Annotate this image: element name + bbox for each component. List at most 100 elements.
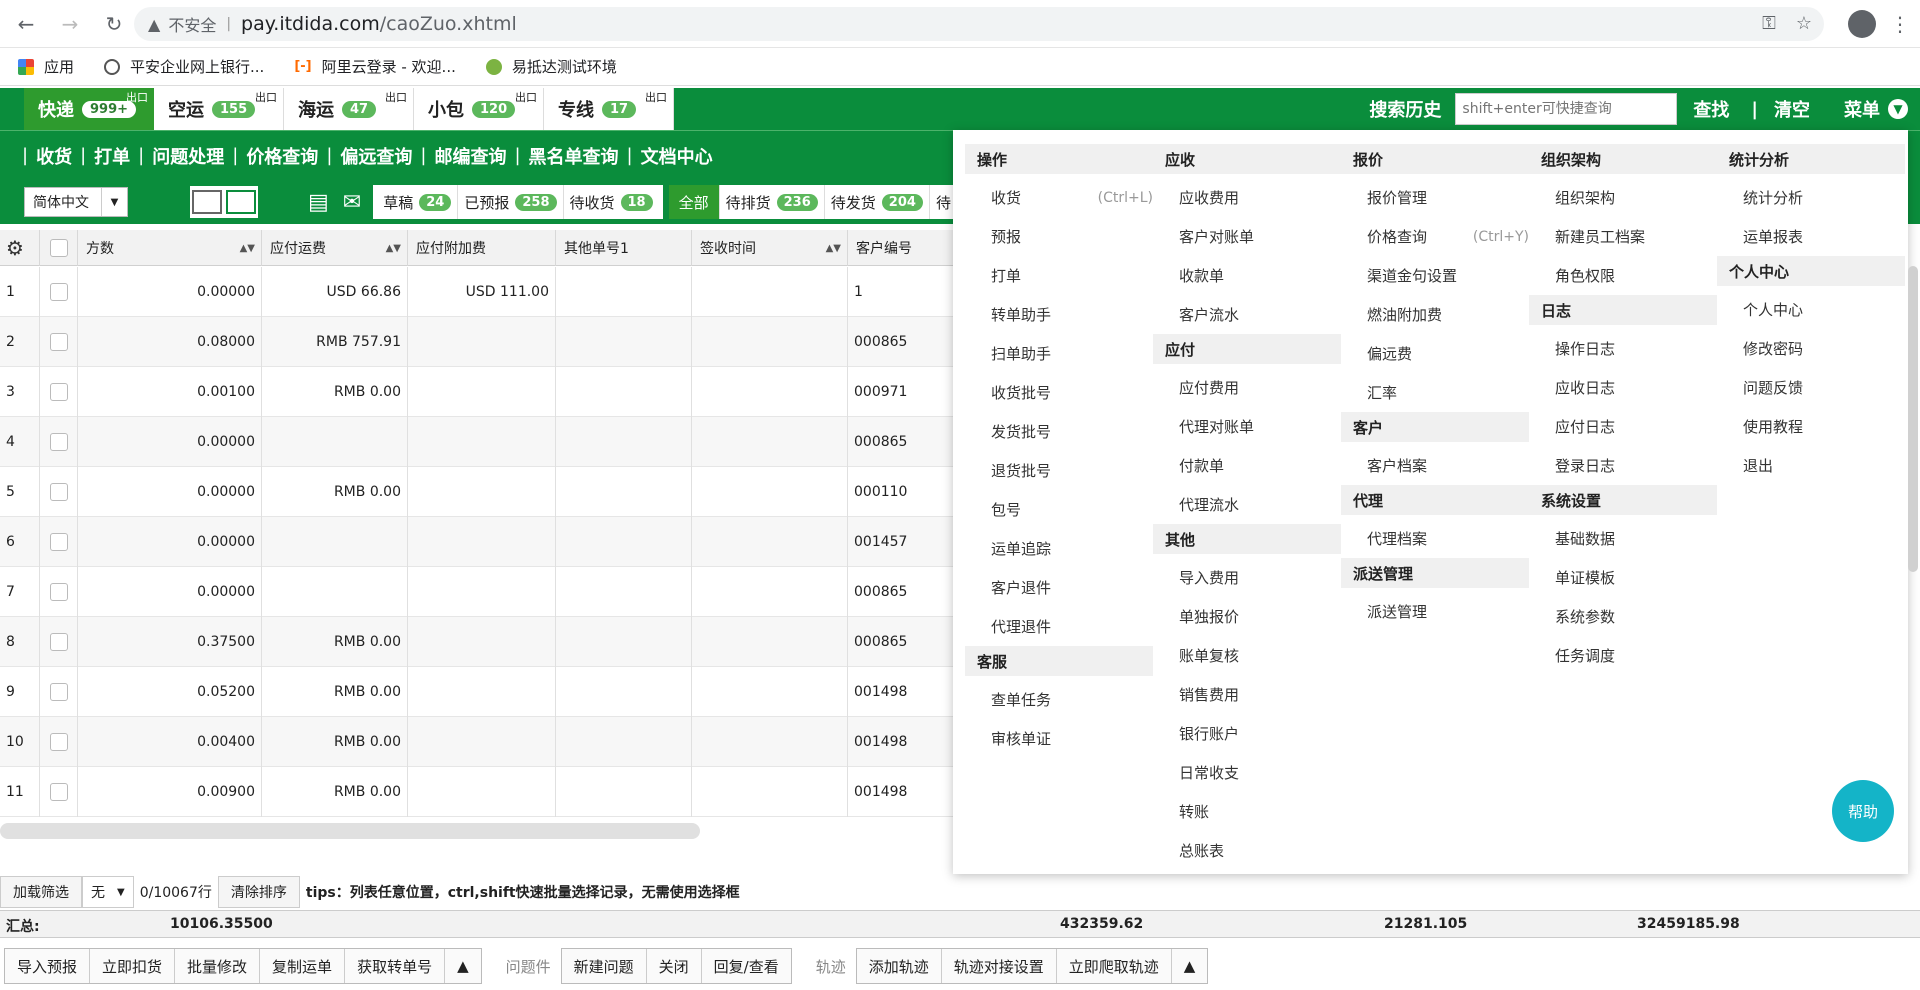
tab-parcel[interactable]: 小包 120 出口 bbox=[414, 88, 544, 130]
clear-button[interactable]: 清空 bbox=[1774, 96, 1810, 122]
menu-button[interactable]: 菜单 ▼ bbox=[1844, 96, 1908, 122]
row-checkbox[interactable] bbox=[40, 317, 78, 367]
search-history-link[interactable]: 搜索历史 bbox=[1369, 96, 1441, 122]
copy-waybill-button[interactable]: 复制运单 bbox=[260, 949, 346, 983]
menu-item[interactable]: 汇率 bbox=[1341, 373, 1529, 412]
star-icon[interactable]: ☆ bbox=[1796, 13, 1812, 34]
reply-view-button[interactable]: 回复/查看 bbox=[701, 949, 791, 983]
menu-item[interactable]: 代理档案 bbox=[1341, 519, 1529, 558]
menu-item[interactable]: 审核单证 bbox=[965, 719, 1153, 758]
menu-item[interactable]: 转单助手 bbox=[965, 295, 1153, 334]
row-checkbox[interactable] bbox=[40, 717, 78, 767]
checkbox[interactable] bbox=[49, 633, 68, 651]
bookmark-aliyun[interactable]: [-] 阿里云登录 - 欢迎... bbox=[294, 56, 456, 77]
new-problem-button[interactable]: 新建问题 bbox=[561, 949, 647, 983]
tab-air[interactable]: 空运 155 出口 bbox=[154, 88, 284, 130]
menu-item[interactable]: 任务调度 bbox=[1529, 636, 1717, 675]
menu-item[interactable]: 运单追踪 bbox=[965, 529, 1153, 568]
menu-item[interactable]: 应付费用 bbox=[1153, 368, 1341, 407]
menu-item[interactable]: 新建员工档案 bbox=[1529, 217, 1717, 256]
menu-item[interactable]: 收货批号 bbox=[965, 373, 1153, 412]
checkbox[interactable] bbox=[49, 583, 68, 601]
nav-receive[interactable]: 收货 bbox=[36, 143, 72, 169]
nav-remote[interactable]: 偏远查询 bbox=[340, 143, 412, 169]
table-row[interactable]: 5 0.00000 RMB 0.00 000110 bbox=[0, 467, 960, 517]
row-checkbox[interactable] bbox=[40, 617, 78, 667]
table-row[interactable]: 7 0.00000 000865 bbox=[0, 567, 960, 617]
profile-avatar-icon[interactable] bbox=[1848, 10, 1876, 38]
row-checkbox[interactable] bbox=[40, 767, 78, 817]
mail-icon[interactable]: ✉ bbox=[343, 190, 361, 215]
menu-item[interactable]: 登录日志 bbox=[1529, 446, 1717, 485]
layout-wide-icon[interactable] bbox=[226, 190, 256, 214]
track-config-button[interactable]: 轨迹对接设置 bbox=[941, 949, 1057, 983]
row-checkbox[interactable] bbox=[40, 467, 78, 517]
menu-item[interactable]: 操作日志 bbox=[1529, 329, 1717, 368]
menu-item[interactable]: 收款单 bbox=[1153, 256, 1341, 295]
key-icon[interactable]: ⚿ bbox=[1762, 13, 1776, 34]
status-pending-receive[interactable]: 待收货 18 bbox=[564, 185, 659, 219]
menu-item[interactable]: 燃油附加费 bbox=[1341, 295, 1529, 334]
nav-problem[interactable]: 问题处理 bbox=[152, 143, 224, 169]
table-row[interactable]: 4 0.00000 000865 bbox=[0, 417, 960, 467]
checkbox[interactable] bbox=[49, 383, 68, 401]
menu-item[interactable]: 基础数据 bbox=[1529, 519, 1717, 558]
tab-express[interactable]: 快递 999+ 出口 bbox=[24, 88, 154, 130]
menu-item[interactable]: 使用教程 bbox=[1717, 407, 1905, 446]
table-row[interactable]: 11 0.00900 RMB 0.00 001498 bbox=[0, 767, 960, 817]
add-track-button[interactable]: 添加轨迹 bbox=[856, 949, 942, 983]
col-header-sign-time[interactable]: 签收时间 ▲▼ bbox=[692, 230, 848, 266]
menu-item[interactable]: 总账表 bbox=[1153, 831, 1341, 870]
select-all-checkbox[interactable] bbox=[40, 230, 78, 266]
more-up-icon[interactable]: ▲ bbox=[445, 949, 481, 983]
menu-item[interactable]: 应付日志 bbox=[1529, 407, 1717, 446]
menu-item[interactable]: 代理对账单 bbox=[1153, 407, 1341, 446]
nav-print[interactable]: 打单 bbox=[94, 143, 130, 169]
more-up-icon[interactable]: ▲ bbox=[1171, 949, 1208, 983]
forward-icon[interactable]: → bbox=[52, 6, 88, 42]
browser-menu-icon[interactable]: ⋮ bbox=[1890, 12, 1910, 36]
checkbox[interactable] bbox=[49, 333, 68, 351]
menu-item[interactable]: 渠道金句设置 bbox=[1341, 256, 1529, 295]
menu-item[interactable]: 偏远费 bbox=[1341, 334, 1529, 373]
row-checkbox[interactable] bbox=[40, 417, 78, 467]
filter-select[interactable]: 无 ▼ bbox=[82, 876, 134, 908]
vertical-scrollbar[interactable] bbox=[1908, 266, 1918, 572]
menu-item[interactable]: 销售费用 bbox=[1153, 675, 1341, 714]
bookmark-pingan[interactable]: 平安企业网上银行... bbox=[104, 56, 264, 77]
checkbox[interactable] bbox=[49, 483, 68, 501]
menu-item[interactable]: 运单报表 bbox=[1717, 217, 1905, 256]
tab-sea[interactable]: 海运 47 出口 bbox=[284, 88, 414, 130]
menu-item[interactable]: 打单 bbox=[965, 256, 1153, 295]
col-header-surcharge[interactable]: 应付附加费 bbox=[408, 230, 556, 266]
load-filter-button[interactable]: 加载筛选 bbox=[0, 876, 82, 908]
nav-docs[interactable]: 文档中心 bbox=[641, 143, 713, 169]
checkbox[interactable] bbox=[49, 433, 68, 451]
nav-postcode[interactable]: 邮编查询 bbox=[434, 143, 506, 169]
checkbox[interactable] bbox=[49, 733, 68, 751]
get-transfer-no-button[interactable]: 获取转单号 bbox=[345, 949, 446, 983]
menu-item[interactable]: 日常收支 bbox=[1153, 753, 1341, 792]
row-checkbox[interactable] bbox=[40, 517, 78, 567]
menu-item[interactable]: 退货批号 bbox=[965, 451, 1153, 490]
status-pending-ship[interactable]: 待发货 204 bbox=[825, 185, 930, 219]
menu-item[interactable]: 统计分析 bbox=[1717, 178, 1905, 217]
menu-item[interactable]: 应收日志 bbox=[1529, 368, 1717, 407]
menu-item[interactable]: 客户档案 bbox=[1341, 446, 1529, 485]
bookmark-test-env[interactable]: 易抵达测试环境 bbox=[485, 56, 617, 77]
menu-item[interactable]: 退出 bbox=[1717, 446, 1905, 485]
batch-edit-button[interactable]: 批量修改 bbox=[175, 949, 261, 983]
status-all[interactable]: 全部 bbox=[668, 185, 720, 219]
menu-item[interactable]: 收货 (Ctrl+L) bbox=[965, 178, 1153, 217]
bookmark-apps[interactable]: 应用 bbox=[18, 56, 74, 77]
menu-item[interactable]: 修改密码 bbox=[1717, 329, 1905, 368]
back-icon[interactable]: ← bbox=[8, 6, 44, 42]
menu-item[interactable]: 客户流水 bbox=[1153, 295, 1341, 334]
row-checkbox[interactable] bbox=[40, 367, 78, 417]
menu-item[interactable]: 客户对账单 bbox=[1153, 217, 1341, 256]
table-icon[interactable]: ▤ bbox=[308, 190, 329, 215]
help-button[interactable]: 帮助 bbox=[1832, 780, 1894, 842]
close-problem-button[interactable]: 关闭 bbox=[646, 949, 702, 983]
gear-icon[interactable]: ⚙ bbox=[0, 230, 40, 266]
reload-icon[interactable]: ↻ bbox=[96, 6, 132, 42]
